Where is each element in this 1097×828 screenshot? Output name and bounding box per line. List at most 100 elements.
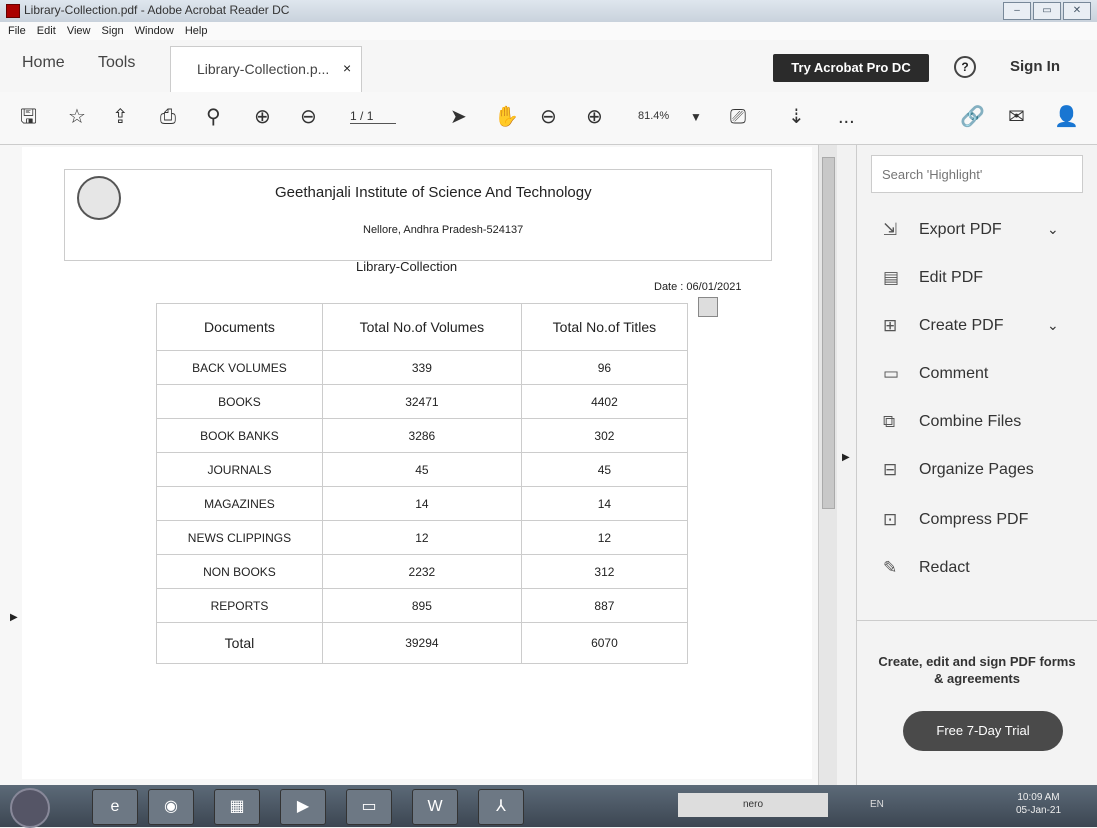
chevron-down-icon[interactable]: ⌄ [1047, 317, 1059, 334]
close-tab-icon[interactable]: × [343, 60, 351, 76]
table-cell: NEWS CLIPPINGS [156, 520, 323, 555]
table-row: NEWS CLIPPINGS 12 12 [156, 520, 689, 555]
try-acrobat-pro-button[interactable]: Try Acrobat Pro DC [773, 54, 929, 82]
tab-document[interactable]: Library-Collection.p... × [170, 46, 362, 93]
menu-view[interactable]: View [67, 22, 91, 40]
ie-icon[interactable]: e [92, 789, 138, 825]
print-icon[interactable]: ⎙ [160, 106, 176, 128]
screen-icon[interactable]: ▭ [346, 789, 392, 825]
page-total: 1 [366, 109, 374, 123]
close-window-button[interactable]: ✕ [1063, 2, 1091, 20]
promo-text: Create, edit and sign PDF forms & agreem… [878, 654, 1076, 686]
bookmark-star-icon[interactable]: ☆ [68, 106, 86, 128]
left-panel-toggle-icon[interactable]: ▶ [10, 612, 18, 623]
table-cell: 2232 [321, 554, 522, 589]
tool-edit-pdf[interactable]: ▤ Edit PDF [883, 265, 1083, 295]
save-icon[interactable]: 🖫 [20, 106, 37, 128]
player-icon[interactable]: ▶ [280, 789, 326, 825]
select-cursor-icon[interactable]: ➤ [450, 106, 467, 128]
tool-label: Combine Files [919, 413, 1022, 430]
menu-sign[interactable]: Sign [102, 22, 124, 40]
zoom-search-icon[interactable]: ⚲ [206, 106, 221, 128]
table-cell: 32471 [321, 384, 522, 419]
library-table: Documents Total No.of Volumes Total No.o… [156, 303, 689, 664]
clock-time: 10:09 AM [1017, 792, 1060, 803]
scrollbar-thumb[interactable] [822, 157, 835, 509]
tool-organize-pages[interactable]: ⊟ Organize Pages [883, 457, 1083, 487]
table-cell: Total [156, 622, 323, 664]
email-icon[interactable]: ✉ [1008, 106, 1025, 128]
share-link-icon[interactable]: 🔗 [960, 106, 985, 128]
scroll-mode-icon[interactable]: ⇣ [788, 106, 805, 128]
upload-cloud-icon[interactable]: ⇪ [112, 106, 129, 128]
document-date: Date : 06/01/2021 [654, 281, 741, 293]
explorer-icon[interactable]: ▦ [214, 789, 260, 825]
more-tools-icon[interactable]: ... [838, 106, 855, 128]
column-header: Total No.of Titles [520, 303, 689, 351]
page-current-input[interactable]: 1 [350, 109, 357, 123]
word-icon[interactable]: W [412, 789, 458, 825]
free-trial-button[interactable]: Free 7-Day Trial [903, 711, 1063, 751]
media-icon[interactable]: ◉ [148, 789, 194, 825]
window-title: Library-Collection.pdf - Adobe Acrobat R… [24, 3, 290, 17]
table-cell: NON BOOKS [156, 554, 323, 589]
table-cell: 6070 [520, 622, 689, 664]
tool-redact[interactable]: ✎ Redact [883, 555, 1083, 585]
menu-edit[interactable]: Edit [37, 22, 56, 40]
table-cell: 14 [520, 486, 689, 521]
hand-tool-icon[interactable]: ✋ [494, 106, 519, 128]
acrobat-taskbar-icon[interactable]: ⅄ [478, 789, 524, 825]
nero-search[interactable]: nero [678, 793, 828, 817]
maximize-button[interactable]: ▭ [1033, 2, 1061, 20]
tab-tools[interactable]: Tools [98, 54, 135, 72]
tool-export-pdf[interactable]: ⇲ Export PDF ⌄ [883, 217, 1083, 247]
date-value: 06/01/2021 [686, 281, 742, 293]
tool-create-pdf[interactable]: ⊞ Create PDF ⌄ [883, 313, 1083, 343]
table-cell: 12 [520, 520, 689, 555]
right-panel-toggle-icon[interactable]: ▶ [842, 452, 850, 463]
combine-files-icon: ⧉ [883, 412, 896, 431]
table-cell: 45 [321, 452, 522, 487]
menu-window[interactable]: Window [135, 22, 174, 40]
vertical-scrollbar[interactable] [818, 145, 837, 785]
sign-in-link[interactable]: Sign In [1010, 58, 1060, 75]
document-header: Geethanjali Institute of Science And Tec… [64, 169, 772, 261]
table-cell: 895 [321, 588, 522, 623]
tool-compress-pdf[interactable]: ⊡ Compress PDF [883, 507, 1083, 537]
table-cell: 96 [520, 350, 689, 385]
tool-comment[interactable]: ▭ Comment [883, 361, 1083, 391]
tools-search-input[interactable] [872, 156, 1084, 192]
tool-label: Comment [919, 365, 989, 382]
menu-bar: File Edit View Sign Window Help [0, 22, 1097, 40]
language-indicator[interactable]: EN [870, 799, 884, 810]
page-fit-icon[interactable]: ⎚ [730, 106, 746, 128]
tool-label: Organize Pages [919, 461, 1034, 478]
table-cell: BOOK BANKS [156, 418, 323, 453]
menu-help[interactable]: Help [185, 22, 208, 40]
zoom-level-select[interactable]: 81.4% [638, 110, 669, 122]
tool-combine-files[interactable]: ⧉ Combine Files [883, 409, 1083, 439]
document-view[interactable]: ▶ Geethanjali Institute of Science And T… [0, 145, 818, 785]
zoom-out-icon[interactable]: ⊖ [540, 106, 557, 128]
tool-label: Redact [919, 559, 970, 576]
windows-taskbar: e ◉ ▦ ▶ ▭ W ⅄ nero EN 10:09 AM 05-Jan-21 [0, 785, 1097, 828]
table-cell: BOOKS [156, 384, 323, 419]
menu-file[interactable]: File [8, 22, 26, 40]
page-down-icon[interactable]: ⊖ [300, 106, 317, 128]
add-user-icon[interactable]: 👤 [1054, 106, 1079, 128]
sticky-note-icon[interactable] [698, 297, 718, 317]
minimize-button[interactable]: – [1003, 2, 1031, 20]
chevron-down-icon[interactable]: ▼ [690, 106, 702, 128]
tools-search-box[interactable] [871, 155, 1084, 193]
start-button[interactable] [10, 788, 50, 828]
table-cell: REPORTS [156, 588, 323, 623]
system-clock[interactable]: 10:09 AM 05-Jan-21 [1016, 791, 1061, 817]
table-cell: BACK VOLUMES [156, 350, 323, 385]
tab-home[interactable]: Home [22, 54, 65, 72]
help-icon[interactable]: ? [954, 56, 976, 78]
page-indicator[interactable]: 1 / 1 [350, 109, 396, 124]
chevron-down-icon[interactable]: ⌄ [1047, 221, 1059, 238]
create-pdf-icon: ⊞ [883, 316, 898, 335]
page-up-icon[interactable]: ⊕ [254, 106, 271, 128]
zoom-in-icon[interactable]: ⊕ [586, 106, 603, 128]
